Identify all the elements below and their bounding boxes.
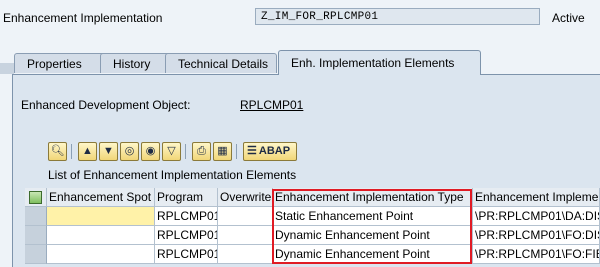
select-all-icon [29, 191, 42, 204]
toolbar-separator [185, 144, 186, 159]
row-selector[interactable] [25, 226, 47, 245]
cell-implementation-type[interactable]: Static Enhancement Point [273, 207, 473, 226]
details-button[interactable]: 🔍︎ [48, 142, 67, 161]
binoculars-icon: ◎ [124, 145, 135, 157]
tab-label: Properties [27, 57, 82, 71]
cell-implementation-element[interactable]: \PR:RPLCMP01\FO:FIEL [473, 245, 600, 264]
status-text: Active [552, 11, 585, 25]
cell-implementation-type[interactable]: Dynamic Enhancement Point [273, 245, 473, 264]
tab-enh-implementation-elements[interactable]: Enh. Implementation Elements [278, 50, 481, 75]
column-header-enhancement-spot[interactable]: Enhancement Spot [47, 188, 155, 207]
enhanced-development-object-label: Enhanced Development Object: [21, 98, 191, 112]
cell-enhancement-spot[interactable] [47, 207, 155, 226]
column-header-enhancement-implementation[interactable]: Enhancement Impleme [473, 188, 600, 207]
tab-label: History [113, 57, 151, 71]
tab-technical-details[interactable]: Technical Details [165, 53, 277, 73]
filter-button[interactable]: ▽ [162, 142, 181, 161]
sort-ascending-button[interactable]: ▲ [78, 142, 97, 161]
cell-enhancement-spot[interactable] [47, 245, 155, 264]
enhancement-implementation-label: Enhancement Implementation [3, 11, 163, 25]
find-next-button[interactable]: ◉ [141, 142, 160, 161]
column-header-program[interactable]: Program [155, 188, 218, 207]
binoculars-plus-icon: ◉ [145, 145, 156, 157]
tab-history[interactable]: History [100, 53, 172, 73]
cell-overwrite[interactable] [218, 226, 273, 245]
print-preview-icon: ⎙ [197, 145, 206, 157]
sort-descending-icon: ▼ [103, 145, 114, 157]
column-header-overwrite[interactable]: Overwrite [218, 188, 273, 207]
sort-ascending-icon: ▲ [82, 145, 93, 157]
print-preview-button[interactable]: ⎙ [192, 142, 211, 161]
cell-program[interactable]: RPLCMP01 [155, 207, 218, 226]
toolbar-separator [236, 144, 237, 159]
change-layout-button[interactable]: ▦ [213, 142, 232, 161]
enhancement-implementation-field[interactable]: Z_IM_FOR_RPLCMP01 [255, 8, 540, 25]
abap-button-label: ABAP [258, 145, 291, 157]
cell-implementation-element[interactable]: \PR:RPLCMP01\DA:DIS [473, 207, 600, 226]
tab-label: Enh. Implementation Elements [291, 56, 455, 70]
list-title: List of Enhancement Implementation Eleme… [48, 168, 297, 182]
toolbar-separator [71, 144, 72, 159]
select-all-cell[interactable] [25, 188, 47, 207]
header-bar: Enhancement Implementation Z_IM_FOR_RPLC… [0, 0, 600, 35]
cell-overwrite[interactable] [218, 245, 273, 264]
find-button[interactable]: ◎ [120, 142, 139, 161]
enhanced-development-object-link[interactable]: RPLCMP01 [240, 98, 303, 112]
sort-descending-button[interactable]: ▼ [99, 142, 118, 161]
abap-icon: ☰ [247, 145, 257, 157]
tab-label: Technical Details [178, 57, 269, 71]
row-selector[interactable] [25, 207, 47, 226]
column-header-enhancement-implementation-type[interactable]: Enhancement Implementation Type [273, 188, 473, 207]
tabstrip: Properties History Technical Details Enh… [0, 50, 600, 75]
filter-icon: ▽ [167, 145, 176, 157]
cell-program[interactable]: RPLCMP01 [155, 226, 218, 245]
cell-implementation-element[interactable]: \PR:RPLCMP01\FO:DIS [473, 226, 600, 245]
cell-overwrite[interactable] [218, 207, 273, 226]
grid-layout-icon: ▦ [217, 145, 228, 157]
magnifier-icon: 🔍︎ [50, 145, 65, 157]
row-selector[interactable] [25, 245, 47, 264]
cell-enhancement-spot[interactable] [47, 226, 155, 245]
abap-button[interactable]: ☰ ABAP [243, 142, 297, 161]
cell-implementation-type[interactable]: Dynamic Enhancement Point [273, 226, 473, 245]
cell-program[interactable]: RPLCMP01 [155, 245, 218, 264]
